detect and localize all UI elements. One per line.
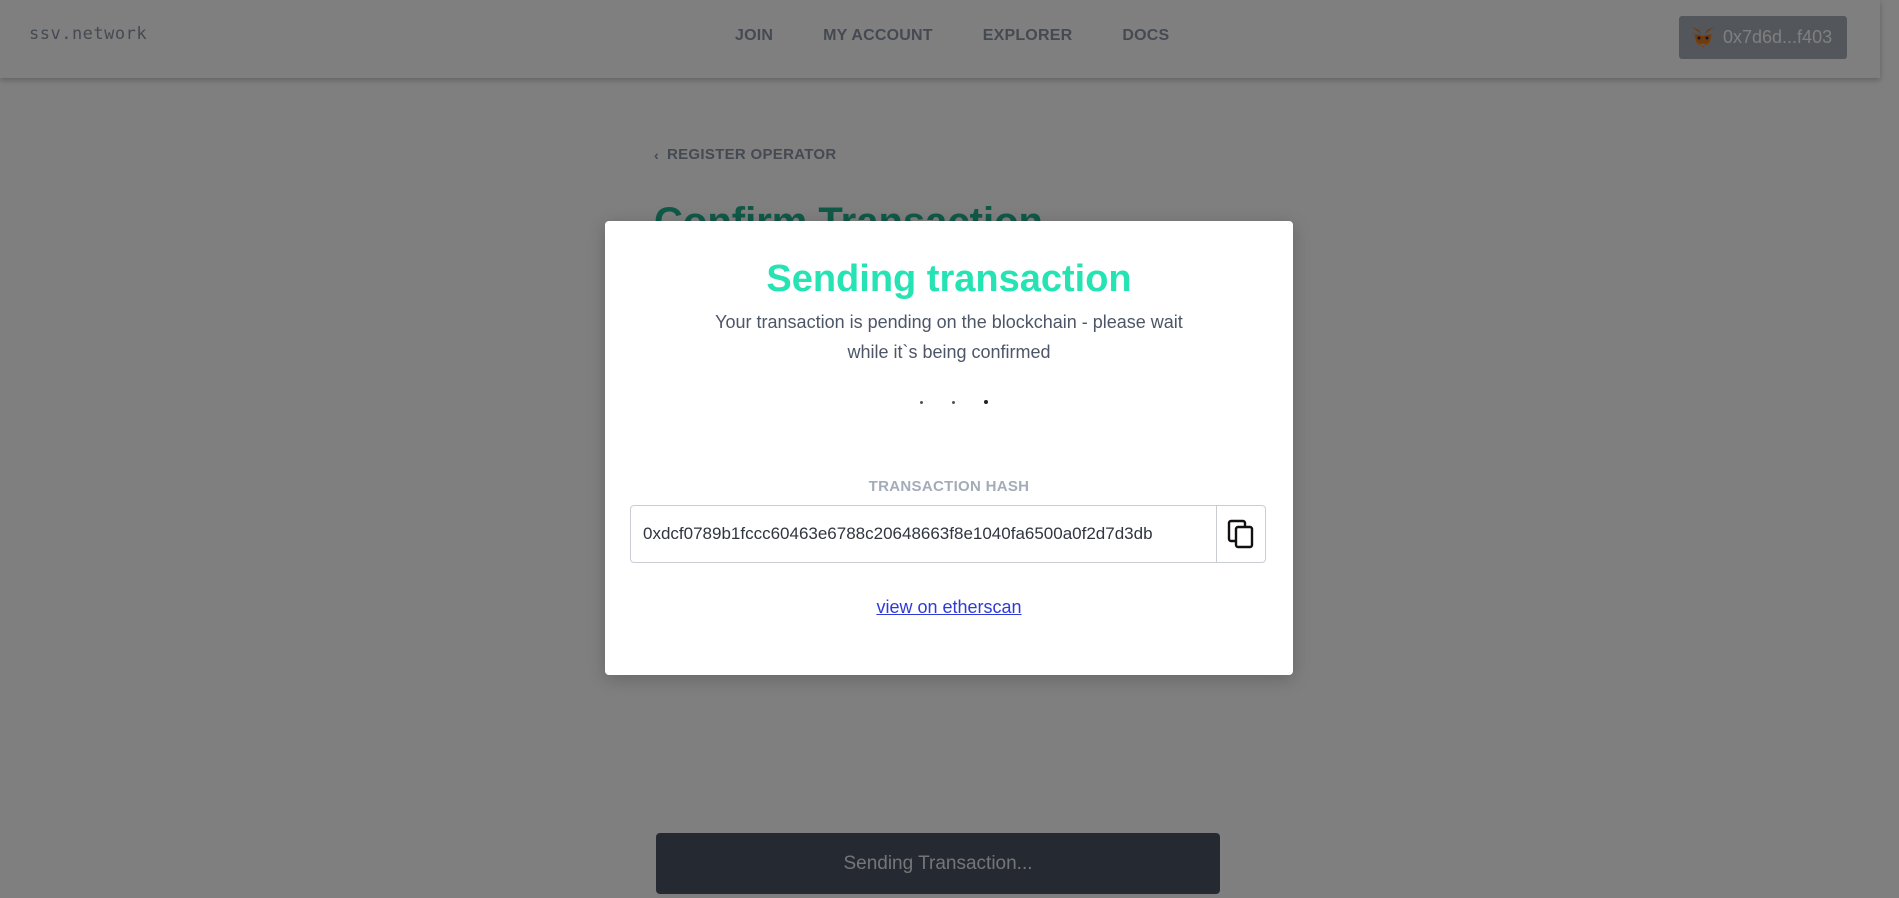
transaction-hash-label: TRANSACTION HASH bbox=[868, 478, 1030, 495]
modal-title: Sending transaction bbox=[766, 258, 1132, 300]
copy-button[interactable] bbox=[1216, 506, 1265, 562]
loading-dot bbox=[920, 401, 923, 404]
loading-dot bbox=[952, 401, 955, 404]
view-on-etherscan-link[interactable]: view on etherscan bbox=[876, 597, 1021, 617]
transaction-hash-field bbox=[630, 505, 1266, 563]
loading-dot bbox=[984, 400, 988, 404]
loading-dots bbox=[916, 399, 988, 407]
modal-description-line-1: Your transaction is pending on the block… bbox=[715, 312, 1183, 332]
transaction-hash-input[interactable] bbox=[631, 506, 1191, 562]
modal-description-line-2: while it`s being confirmed bbox=[847, 342, 1051, 362]
sending-transaction-modal: Sending transaction Your transaction is … bbox=[605, 221, 1293, 675]
modal-description: Your transaction is pending on the block… bbox=[699, 307, 1199, 367]
copy-icon bbox=[1227, 519, 1254, 549]
etherscan-link-row: view on etherscan bbox=[605, 597, 1293, 618]
